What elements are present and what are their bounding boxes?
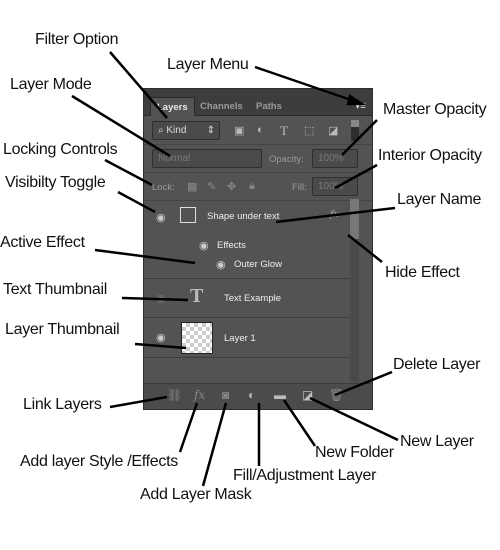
line-hide-effect bbox=[347, 234, 383, 263]
line-active-effect bbox=[94, 248, 196, 265]
line-new-layer bbox=[309, 396, 399, 442]
label-hide-effect: Hide Effect bbox=[385, 264, 460, 281]
label-link-layers: Link Layers bbox=[23, 396, 102, 413]
label-interior-opacity: Interior Opacity bbox=[378, 147, 482, 164]
line-add-style bbox=[178, 402, 199, 453]
line-layer-name bbox=[275, 206, 396, 224]
label-locking-controls: Locking Controls bbox=[3, 141, 118, 158]
line-link-layers bbox=[109, 395, 168, 409]
line-locking-controls bbox=[104, 158, 153, 187]
label-layer-name: Layer Name bbox=[397, 191, 482, 208]
label-layer-mode: Layer Mode bbox=[10, 76, 92, 93]
line-new-folder bbox=[282, 399, 317, 447]
line-visibility-toggle bbox=[117, 190, 156, 214]
line-add-mask bbox=[201, 402, 228, 487]
line-layer-thumbnail bbox=[134, 342, 187, 350]
label-add-mask: Add Layer Mask bbox=[140, 486, 252, 503]
label-delete-layer: Delete Layer bbox=[393, 356, 481, 373]
line-interior-opacity bbox=[334, 163, 378, 190]
label-filter-option: Filter Option bbox=[35, 31, 119, 48]
line-layer-menu bbox=[254, 65, 358, 104]
line-delete-layer bbox=[334, 370, 393, 397]
label-active-effect: Active Effect bbox=[0, 234, 85, 251]
label-layer-thumbnail: Layer Thumbnail bbox=[5, 321, 120, 338]
arrowhead-layer-menu bbox=[346, 93, 367, 106]
line-master-opacity bbox=[341, 119, 378, 156]
line-filter-option bbox=[109, 51, 168, 119]
label-add-style: Add layer Style /Effects bbox=[20, 453, 178, 470]
label-visibility-toggle: Visibilty Toggle bbox=[5, 174, 106, 191]
label-fill-adjustment: Fill/Adjustment Layer bbox=[233, 467, 377, 484]
label-master-opacity: Master Opacity bbox=[383, 101, 487, 118]
label-new-folder: New Folder bbox=[315, 444, 394, 461]
line-text-thumbnail bbox=[121, 296, 189, 302]
label-text-thumbnail: Text Thumbnail bbox=[3, 281, 108, 298]
label-layer-menu: Layer Menu bbox=[167, 56, 249, 73]
label-new-layer: New Layer bbox=[400, 433, 474, 450]
